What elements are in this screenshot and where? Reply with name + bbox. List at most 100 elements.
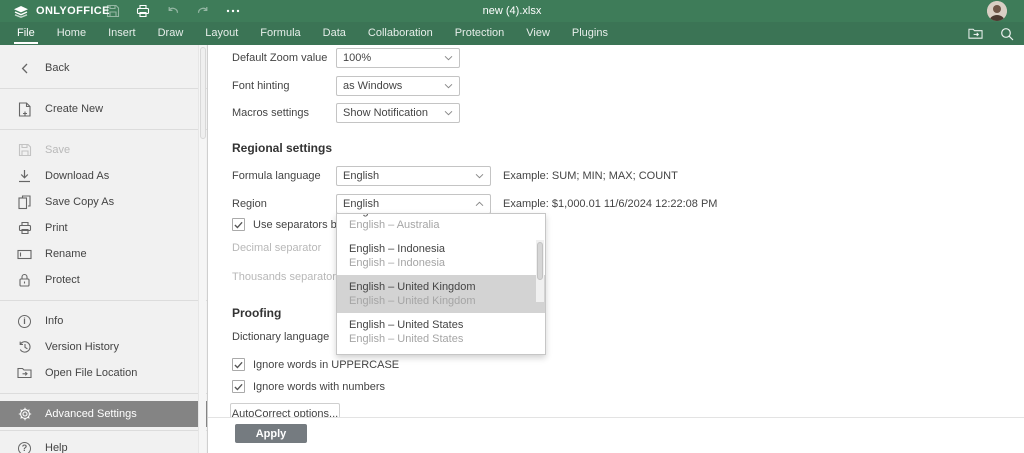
sidebar-separator — [0, 300, 207, 301]
region-example: Example: $1,000.01 11/6/2024 12:22:08 PM — [503, 198, 718, 210]
macros-settings-select[interactable]: Show Notification — [336, 103, 460, 123]
sidebar-separator — [0, 430, 207, 431]
print-icon[interactable] — [135, 4, 150, 19]
formula-language-select[interactable]: English — [336, 166, 491, 186]
sidebar-item-version-history[interactable]: Version History — [0, 334, 207, 360]
sidebar-item-label: Protect — [45, 274, 80, 286]
file-menu-sidebar: Back Create New Save Download As Save Co… — [0, 45, 208, 453]
user-avatar[interactable] — [987, 1, 1007, 21]
sidebar-item-protect[interactable]: Protect — [0, 267, 207, 293]
ignore-numbers-checkbox[interactable]: Ignore words with numbers — [232, 380, 385, 393]
sidebar-item-open-file-location[interactable]: Open File Location — [0, 360, 207, 386]
region-option-united-kingdom[interactable]: English – United Kingdom English – Unite… — [337, 275, 545, 313]
font-hinting-select[interactable]: as Windows — [336, 76, 460, 96]
tab-home[interactable]: Home — [46, 22, 97, 45]
sidebar-scrollbar-thumb[interactable] — [200, 47, 206, 139]
sidebar-item-label: Download As — [45, 170, 110, 182]
sidebar-item-help[interactable]: ? Help — [0, 435, 207, 453]
proofing-heading: Proofing — [232, 306, 282, 320]
title-bar: ONLYOFFICE new (4).xlsx — [0, 0, 1024, 22]
sidebar-item-advanced-settings[interactable]: Advanced Settings — [0, 401, 207, 427]
help-icon: ? — [17, 441, 32, 453]
tab-layout[interactable]: Layout — [194, 22, 249, 45]
default-zoom-select[interactable]: 100% — [336, 48, 460, 68]
printer-icon — [17, 221, 32, 236]
region-select[interactable]: English — [336, 194, 491, 214]
advanced-settings-panel: Default Zoom value 100% Font hinting as … — [208, 45, 1024, 453]
sidebar-separator — [0, 88, 207, 89]
apply-button[interactable]: Apply — [235, 424, 307, 443]
dropdown-scrollbar-thumb[interactable] — [537, 242, 543, 280]
formula-language-example: Example: SUM; MIN; MAX; COUNT — [503, 170, 678, 182]
font-hinting-label: Font hinting — [232, 80, 290, 92]
sidebar-item-label: Save Copy As — [45, 196, 115, 208]
ignore-uppercase-checkbox[interactable]: Ignore words in UPPERCASE — [232, 358, 399, 371]
save-icon[interactable] — [105, 4, 120, 19]
redo-icon[interactable] — [195, 4, 210, 19]
sidebar-item-label: Back — [45, 62, 70, 74]
region-option-australia[interactable]: English – Australia English – Australia — [337, 214, 545, 237]
settings-footer: Apply — [208, 417, 1024, 453]
checkbox-checked-icon — [232, 218, 245, 231]
macros-settings-label: Macros settings — [232, 107, 310, 119]
tab-collaboration[interactable]: Collaboration — [357, 22, 444, 45]
tab-insert[interactable]: Insert — [97, 22, 147, 45]
regional-settings-heading: Regional settings — [232, 141, 333, 155]
sidebar-item-label: Version History — [45, 341, 119, 353]
tab-draw[interactable]: Draw — [147, 22, 195, 45]
gear-icon — [17, 407, 32, 422]
tab-file[interactable]: File — [6, 22, 46, 45]
search-icon[interactable] — [999, 26, 1014, 41]
sidebar-item-info[interactable]: i Info — [0, 308, 207, 334]
decimal-separator-label: Decimal separator — [232, 242, 322, 254]
brand-name: ONLYOFFICE — [36, 5, 110, 17]
chevron-down-icon — [444, 83, 453, 89]
sidebar-item-label: Rename — [45, 248, 87, 260]
region-option-indonesia[interactable]: English – Indonesia English – Indonesia — [337, 237, 545, 275]
history-icon — [17, 340, 32, 355]
sidebar-item-save: Save — [0, 137, 207, 163]
sidebar-item-label: Save — [45, 144, 71, 156]
formula-language-label: Formula language — [232, 170, 321, 182]
chevron-down-icon — [444, 110, 453, 116]
sidebar-item-rename[interactable]: Rename — [0, 241, 207, 267]
region-label: Region — [232, 198, 267, 210]
download-icon — [17, 169, 32, 184]
sidebar-separator — [0, 129, 207, 130]
folder-open-icon — [17, 366, 32, 381]
sidebar-item-label: Open File Location — [45, 367, 138, 379]
tab-protection[interactable]: Protection — [444, 22, 516, 45]
tab-plugins[interactable]: Plugins — [561, 22, 619, 45]
sidebar-item-back[interactable]: Back — [0, 55, 207, 81]
sidebar-item-label: Help — [45, 442, 68, 453]
sidebar-item-label: Info — [45, 315, 64, 327]
region-option-spanish-spain[interactable]: Español – España, alfabetización interna… — [337, 351, 545, 354]
dictionary-language-label: Dictionary language — [232, 331, 330, 343]
chevron-left-icon — [17, 61, 32, 76]
region-option-united-states[interactable]: English – United States English – United… — [337, 313, 545, 351]
checkbox-checked-icon — [232, 358, 245, 371]
sidebar-item-download-as[interactable]: Download As — [0, 163, 207, 189]
lock-icon — [17, 273, 32, 288]
app-logo: ONLYOFFICE — [0, 4, 110, 18]
new-document-icon — [17, 101, 32, 117]
sidebar-item-print[interactable]: Print — [0, 215, 207, 241]
sidebar-separator — [0, 393, 207, 394]
onlyoffice-logo-icon — [14, 6, 28, 18]
info-icon: i — [17, 314, 32, 329]
undo-icon[interactable] — [165, 4, 180, 19]
sidebar-item-create-new[interactable]: Create New — [0, 96, 207, 122]
chevron-down-icon — [444, 55, 453, 61]
open-file-location-icon[interactable] — [968, 26, 983, 41]
sidebar-scrollbar[interactable] — [198, 45, 206, 453]
ellipsis-icon[interactable] — [225, 4, 240, 19]
sidebar-item-label: Advanced Settings — [45, 408, 137, 420]
tab-view[interactable]: View — [515, 22, 561, 45]
tab-formula[interactable]: Formula — [249, 22, 311, 45]
ignore-uppercase-label: Ignore words in UPPERCASE — [253, 358, 400, 371]
chevron-up-icon — [475, 201, 484, 207]
rename-icon — [17, 247, 32, 262]
sidebar-item-save-copy-as[interactable]: Save Copy As — [0, 189, 207, 215]
tab-data[interactable]: Data — [312, 22, 357, 45]
chevron-down-icon — [475, 173, 484, 179]
